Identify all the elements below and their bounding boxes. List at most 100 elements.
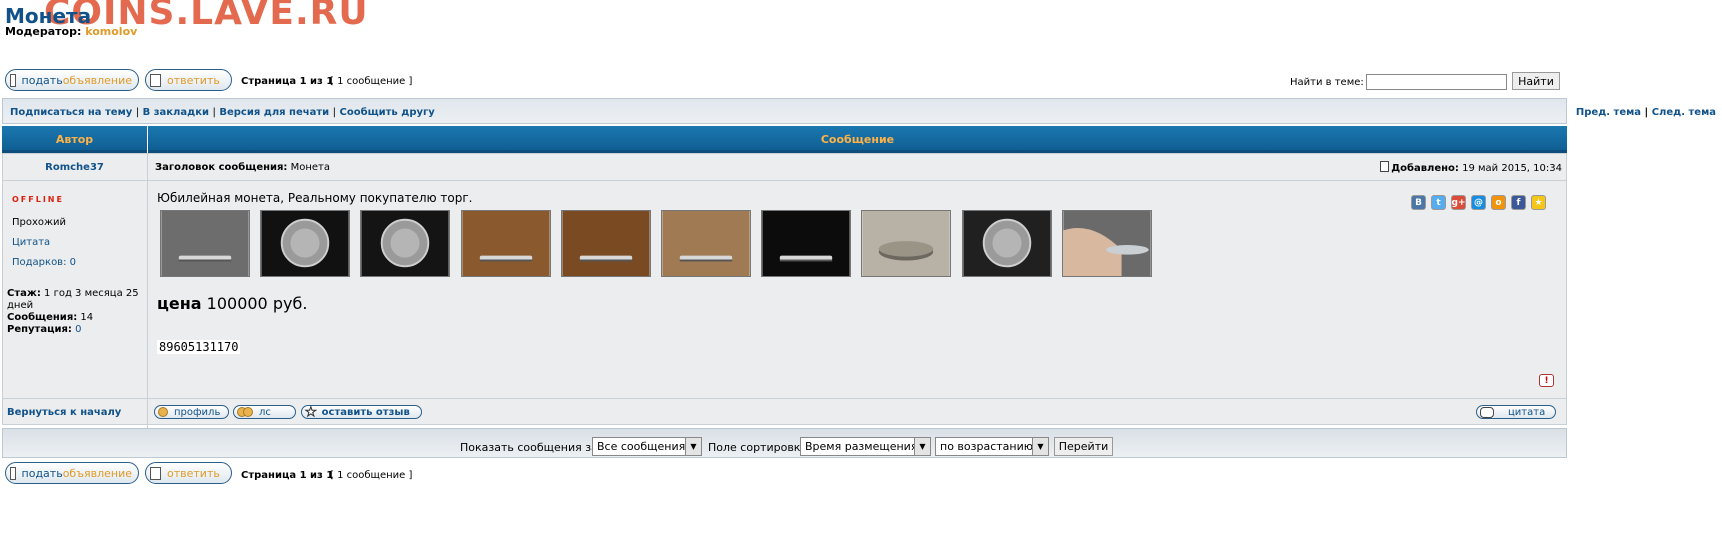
reply-button[interactable]: ответить — [145, 69, 232, 91]
report-post-icon[interactable]: ! — [1539, 374, 1554, 387]
search-button[interactable]: Найти — [1512, 72, 1560, 90]
googleplus-icon[interactable]: g+ — [1451, 195, 1466, 210]
user-stats: Стаж: 1 год 3 месяца 25 дней Сообщения: … — [7, 288, 142, 336]
sort-field-value: Время размещения — [805, 440, 918, 453]
added-label: Добавлено: — [1391, 163, 1459, 174]
pm-label: лс — [259, 406, 271, 418]
next-topic-link[interactable]: След. тема — [1652, 107, 1716, 118]
reputation-label: Репутация: — [7, 324, 72, 335]
quote-label: цитата — [1508, 406, 1546, 418]
bookmark-link[interactable]: В закладки — [143, 107, 209, 118]
email-friend-link[interactable]: Сообщить другу — [340, 107, 435, 118]
coin-photo-thumbnail[interactable] — [661, 210, 751, 277]
show-posts-label: Показать сообщения за: — [460, 441, 602, 454]
sort-order-select[interactable]: по возрастанию ▼ — [935, 437, 1049, 456]
gifts-link[interactable]: Подарков: 0 — [12, 257, 76, 268]
document-icon — [150, 466, 161, 480]
vk-icon[interactable]: В — [1411, 195, 1426, 210]
back-to-top-link[interactable]: Вернуться к началу — [7, 407, 121, 418]
price-label: цена — [157, 294, 202, 313]
user-icon — [158, 407, 168, 417]
search-label: Найти в теме: — [1290, 77, 1364, 88]
quote-user-link[interactable]: Цитата — [12, 237, 50, 248]
coin-photo-thumbnail[interactable] — [260, 210, 351, 277]
pagination-text: Страница 1 из 1 — [241, 76, 334, 87]
topic-prev-next: Пред. тема | След. тема — [1576, 107, 1716, 118]
author-column-header: Автор — [55, 133, 94, 146]
new-topic-button-bottom[interactable]: подать объявление — [5, 462, 139, 484]
document-icon — [10, 73, 16, 87]
new-topic-label-part1: подать — [21, 466, 63, 480]
new-topic-button[interactable]: подать объявление — [5, 69, 139, 91]
post-count-bottom: [ 1 сообщение ] — [330, 470, 413, 481]
price-line: цена 100000 руб. — [157, 294, 307, 313]
phone-number: 89605131170 — [157, 340, 241, 354]
coin-photo-thumbnail[interactable] — [360, 210, 451, 277]
separator: | — [332, 107, 337, 118]
post-link-icon[interactable] — [1380, 161, 1390, 172]
posts-value: 14 — [80, 312, 94, 323]
user-rank: Прохожий — [12, 217, 67, 228]
leave-review-button[interactable]: ★ оставить отзыв — [301, 404, 422, 420]
column-divider — [147, 153, 148, 428]
subject-label: Заголовок сообщения: — [155, 162, 288, 173]
quote-button[interactable]: цитата — [1476, 405, 1556, 419]
chevron-down-icon: ▼ — [914, 438, 930, 455]
moderator-name-link[interactable]: komolov — [85, 25, 137, 38]
chevron-down-icon: ▼ — [685, 438, 701, 455]
odnoklassniki-icon[interactable]: о — [1491, 195, 1506, 210]
coin-photo-thumbnail[interactable] — [460, 210, 551, 277]
offline-status: OFFLINE — [12, 195, 64, 204]
profile-label: профиль — [174, 406, 221, 418]
facebook-icon[interactable]: f — [1511, 195, 1526, 210]
subscribe-link[interactable]: Подписаться на тему — [10, 107, 132, 118]
moderator-line: Модератор: komolov — [5, 25, 137, 38]
review-label: оставить отзыв — [321, 406, 410, 418]
separator: | — [135, 107, 140, 118]
posts-label: Сообщения: — [7, 312, 78, 323]
coin-photo-thumbnail[interactable] — [861, 210, 952, 277]
new-topic-label-part2: объявление — [62, 466, 132, 480]
moderator-label: Модератор: — [5, 25, 82, 38]
profile-button[interactable]: профиль — [154, 405, 229, 419]
search-input[interactable] — [1366, 74, 1507, 90]
go-button[interactable]: Перейти — [1054, 437, 1113, 456]
mailru-icon[interactable]: @ — [1471, 195, 1486, 210]
coin-photo-thumbnail[interactable] — [761, 210, 852, 277]
row-divider — [2, 398, 1567, 399]
sort-field-label: Поле сортировки — [708, 441, 808, 454]
print-link[interactable]: Версия для печати — [219, 107, 329, 118]
star-icon: ★ — [305, 404, 318, 420]
subject-text: Монета — [290, 162, 331, 173]
post-count: [ 1 сообщение ] — [330, 76, 413, 87]
prev-topic-link[interactable]: Пред. тема — [1576, 107, 1641, 118]
coin-photo-thumbnail[interactable] — [1061, 210, 1152, 277]
pm-button[interactable]: лс — [233, 405, 296, 419]
coin-photo-thumbnail[interactable] — [160, 210, 250, 277]
show-period-select[interactable]: Все сообщения ▼ — [592, 437, 702, 456]
favorite-icon[interactable]: ★ — [1531, 195, 1546, 210]
post-subject: Заголовок сообщения: Монета — [155, 162, 330, 173]
post-date: Добавлено: 19 май 2015, 10:34 — [1380, 161, 1562, 174]
coin-photo-thumbnail[interactable] — [560, 210, 651, 277]
separator: | — [212, 107, 216, 118]
reply-label: ответить — [167, 73, 220, 87]
separator: | — [1644, 107, 1649, 118]
document-icon — [10, 466, 16, 480]
show-period-value: Все сообщения — [597, 440, 686, 453]
reply-label: ответить — [167, 466, 220, 480]
reputation-value[interactable]: 0 — [75, 324, 81, 335]
added-date: 19 май 2015, 10:34 — [1462, 163, 1562, 174]
price-value: 100000 руб. — [206, 294, 308, 313]
pagination-text-bottom: Страница 1 из 1 — [241, 470, 334, 481]
tenure-label: Стаж: — [7, 288, 41, 299]
topic-nav-links: Подписаться на тему | В закладки | Верси… — [10, 107, 435, 118]
post-author-link[interactable]: Romche37 — [2, 162, 147, 173]
chevron-down-icon: ▼ — [1032, 438, 1048, 455]
message-column-header: Сообщение — [820, 133, 895, 146]
new-topic-label-part2: объявление — [62, 73, 132, 87]
sort-field-select[interactable]: Время размещения ▼ — [800, 437, 931, 456]
coin-photo-thumbnail[interactable] — [961, 210, 1052, 277]
reply-button-bottom[interactable]: ответить — [145, 462, 232, 484]
twitter-icon[interactable]: t — [1431, 195, 1446, 210]
